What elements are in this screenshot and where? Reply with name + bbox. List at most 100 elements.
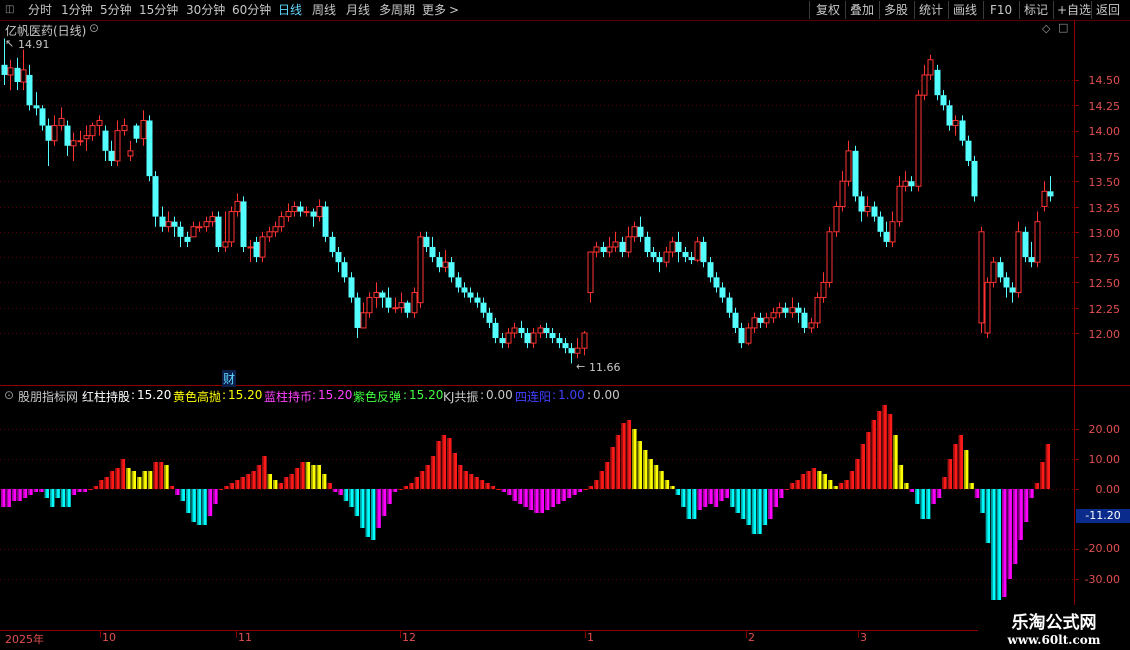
bar-shade <box>811 468 814 489</box>
bar-shade <box>213 489 215 504</box>
candle <box>51 115 58 146</box>
candle <box>637 216 644 242</box>
candle <box>303 206 310 217</box>
candle <box>757 312 764 328</box>
indicator-tick: -20.00 <box>1084 542 1120 555</box>
kline-chart[interactable] <box>0 0 1130 650</box>
candle-body <box>89 125 96 137</box>
indicator-bar <box>175 489 180 495</box>
indicator-tick: 0.00 <box>1095 483 1121 496</box>
candle <box>700 236 707 268</box>
indicator-bar <box>963 450 969 489</box>
candle-body <box>669 241 676 253</box>
bar-shade <box>795 480 798 489</box>
indicator-bar <box>169 486 175 489</box>
candle-body <box>165 221 172 228</box>
bar-shade <box>833 486 836 489</box>
bar-shade <box>175 489 177 495</box>
high-price-marker: 14.91 <box>18 38 50 51</box>
indicator-bar <box>675 489 681 495</box>
indicator-bar <box>436 441 441 489</box>
bar-shade <box>278 483 281 489</box>
bar-shade <box>409 483 411 489</box>
bar-shade <box>539 489 542 513</box>
indicator-bar <box>66 489 71 507</box>
candle-body <box>990 261 997 283</box>
indicator-bar <box>120 459 126 489</box>
candle <box>593 241 600 258</box>
indicator-bar <box>931 489 936 504</box>
indicator-bar <box>202 489 207 525</box>
candle <box>240 196 247 253</box>
stock-title: 亿帆医药(日线) <box>5 24 87 38</box>
bar-shade <box>588 486 591 489</box>
indicator-bar <box>278 483 283 489</box>
bar-shade <box>985 489 988 543</box>
bar-shade <box>751 489 754 534</box>
bar-shade <box>436 441 439 489</box>
indicator-bar <box>632 429 637 489</box>
candle-body <box>379 292 386 298</box>
candle-body <box>738 327 745 344</box>
candle-body <box>915 94 922 187</box>
candle-body <box>789 307 796 314</box>
indicator-bar <box>17 489 22 501</box>
candle-body <box>1028 257 1035 263</box>
candle-body <box>965 140 972 161</box>
bar-shade <box>632 429 634 489</box>
bar-shade <box>115 468 118 489</box>
candle-body <box>562 343 569 349</box>
candle-body <box>568 348 575 354</box>
candle <box>467 287 474 303</box>
indicator-bar <box>137 477 142 489</box>
candle-body <box>745 327 752 344</box>
bar-shade <box>925 489 928 519</box>
field-colon: : <box>587 388 592 402</box>
window-icon[interactable]: □ <box>1058 21 1068 34</box>
bar-shade <box>817 471 819 489</box>
candle <box>587 251 594 303</box>
indicator-bar <box>88 489 93 490</box>
indicator-bar <box>773 489 778 507</box>
candle-body <box>45 125 52 141</box>
indicator-bar <box>229 483 234 489</box>
indicator-bar <box>98 480 104 489</box>
bar-shade <box>251 471 254 489</box>
candle-body <box>625 236 632 253</box>
candle <box>619 236 626 258</box>
bar-shade <box>545 489 547 510</box>
candle <box>814 292 821 328</box>
indicator-bar <box>370 489 376 540</box>
bar-shade <box>71 489 74 495</box>
indicator-name[interactable]: 股朋指标网 <box>18 388 78 405</box>
indicator-bar <box>648 459 653 489</box>
indicator-bar <box>702 489 708 507</box>
bar-shade <box>800 474 803 489</box>
indicator-bar <box>713 489 719 507</box>
finance-badge[interactable]: 财 <box>222 370 237 387</box>
indicator-bar <box>555 489 561 504</box>
candle-body <box>833 206 840 233</box>
indicator-bar <box>925 489 931 519</box>
candle <box>1022 226 1029 263</box>
candle <box>574 338 581 359</box>
indicator-bar <box>615 435 621 489</box>
candle-body <box>619 241 626 253</box>
candle-body <box>310 211 317 217</box>
indicator-bar <box>572 489 577 495</box>
candle <box>789 297 796 318</box>
diamond-icon[interactable]: ◇ <box>1042 22 1050 35</box>
indicator-bar <box>681 489 686 507</box>
candle <box>20 49 27 91</box>
chevron-down-icon[interactable]: ⊙ <box>89 21 99 35</box>
indicator-toggle-icon[interactable]: ⊙ <box>4 388 14 402</box>
bar-shade <box>441 435 444 489</box>
candle <box>448 257 455 283</box>
candle <box>707 257 714 283</box>
candle <box>33 92 40 116</box>
candle <box>997 257 1004 283</box>
candle-body <box>1009 287 1016 293</box>
indicator-bar <box>914 489 920 504</box>
candle <box>417 231 424 308</box>
candle <box>656 252 663 273</box>
